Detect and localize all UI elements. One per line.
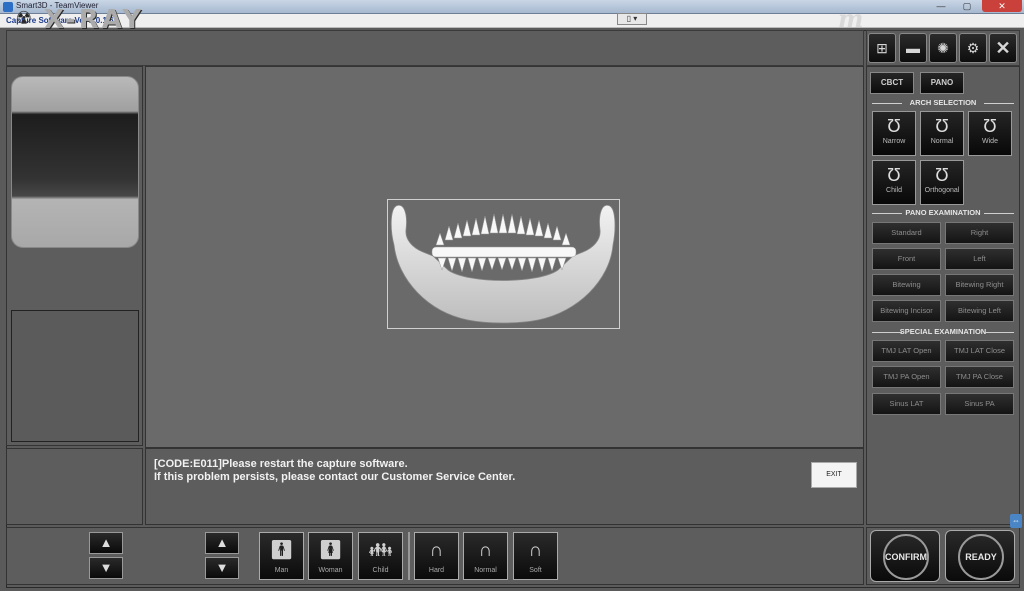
app-logo-text: X-RAY [44,5,145,35]
down-arrow-icon: ▼ [215,560,229,575]
special-examination-heading: SPECIAL EXAMINATION [870,327,1016,337]
woman-icon: 🚺︎ [318,540,343,561]
pano-standard-button[interactable]: Standard [872,222,941,244]
teamviewer-corner-icon[interactable]: ⇔ [1010,514,1022,528]
patient-child-button[interactable]: 👪︎ Child [358,532,403,580]
settings-button[interactable]: ⚙ [959,33,987,63]
app-close-button[interactable]: ✕ [989,33,1017,63]
tray-button[interactable]: ▬ [899,33,927,63]
height-down-button[interactable]: ▼ [89,557,123,579]
mandible-illustration [390,204,616,324]
error-message-line1: [CODE:E011]Please restart the capture so… [154,458,408,470]
header-bar [6,30,864,66]
arch-wide-icon: Ʊ [983,116,997,136]
arch-normal-button[interactable]: Ʊ Normal [920,111,964,156]
secondary-thumbnail-slot[interactable] [11,310,139,442]
ready-label: READY [958,534,1004,580]
arch-orthogonal-button[interactable]: Ʊ Orthogonal [920,160,964,205]
bite-soft-button[interactable]: ∩ Soft [513,532,558,580]
capture-titlebar: Capture Software Ver 2.0.1.6 [0,14,1024,28]
up-arrow-icon: ▲ [99,535,113,550]
arch-hard-icon: ∩ [429,540,444,561]
teamviewer-app-icon [3,2,13,12]
error-message-line2: If this problem persists, please contact… [154,471,516,483]
pano-mode-button[interactable]: PANO [920,72,964,94]
pano-bitewing-button[interactable]: Bitewing [872,274,941,296]
scan-thumbnail[interactable] [11,76,139,248]
arch-orthogonal-icon: Ʊ [935,165,949,185]
arch-selection-heading: ARCH SELECTION [870,98,1016,108]
tmj-lat-open-button[interactable]: TMJ LAT Open [872,340,941,362]
bite-hard-button[interactable]: ∩ Hard [414,532,459,580]
maximize-button[interactable]: ▢ [954,0,980,12]
position-up-button[interactable]: ▲ [205,532,239,554]
arch-normal-icon: Ʊ [935,116,949,136]
add-scan-button[interactable]: ⊞ [868,33,896,63]
cbct-mode-button[interactable]: CBCT [870,72,914,94]
sinus-pa-button[interactable]: Sinus PA [945,393,1014,415]
arch-narrow-button[interactable]: Ʊ Narrow [872,111,916,156]
arch-child-icon: Ʊ [887,165,901,185]
window-close-button[interactable]: ✕ [982,0,1022,12]
pano-examination-heading: PANO EXAMINATION [870,208,1016,218]
sinus-lat-button[interactable]: Sinus LAT [872,393,941,415]
arch-child-button[interactable]: Ʊ Child [872,160,916,205]
patient-man-button[interactable]: 🚹︎ Man [259,532,304,580]
man-icon: 🚹︎ [269,540,294,561]
height-up-button[interactable]: ▲ [89,532,123,554]
message-left-panel [6,448,143,525]
up-arrow-icon: ▲ [215,535,229,550]
bite-normal-button[interactable]: ∩ Normal [463,532,508,580]
teamviewer-titlebar: Smart3D - TeamViewer — ▢ ✕ [0,0,1024,14]
exit-button[interactable]: EXIT [811,462,857,488]
child-icon: 👪︎ [368,540,393,561]
ready-button[interactable]: READY [945,530,1015,582]
teamviewer-panel-tab[interactable]: ▯ ▾ [617,13,647,25]
position-down-button[interactable]: ▼ [205,557,239,579]
radiation-icon: ☢ [15,8,33,28]
tray-icon: ▬ [906,40,920,56]
patient-woman-button[interactable]: 🚺︎ Woman [308,532,353,580]
light-button[interactable]: ✺ [929,33,957,63]
tmj-lat-close-button[interactable]: TMJ LAT Close [945,340,1014,362]
pano-right-button[interactable]: Right [945,222,1014,244]
tmj-pa-close-button[interactable]: TMJ PA Close [945,366,1014,388]
close-icon: ✕ [995,38,1011,58]
arch-normal-bite-icon: ∩ [478,540,493,561]
pano-bitewing-left-button[interactable]: Bitewing Left [945,300,1014,322]
jaw-preview-image [387,199,620,329]
arch-soft-icon: ∩ [528,540,543,561]
arch-wide-button[interactable]: Ʊ Wide [968,111,1012,156]
bottom-separator [408,532,410,580]
down-arrow-icon: ▼ [99,560,113,575]
arch-narrow-icon: Ʊ [887,116,901,136]
add-scan-icon: ⊞ [876,40,888,56]
pano-bitewing-incisor-button[interactable]: Bitewing Incisor [872,300,941,322]
confirm-button[interactable]: CONFIRM [870,530,940,582]
settings-icon: ⚙ [966,40,980,56]
pano-bitewing-right-button[interactable]: Bitewing Right [945,274,1014,296]
bulb-icon: ✺ [937,40,949,56]
tmj-pa-open-button[interactable]: TMJ PA Open [872,366,941,388]
pano-left-button[interactable]: Left [945,248,1014,270]
confirm-label: CONFIRM [883,534,929,580]
pano-front-button[interactable]: Front [872,248,941,270]
minimize-button[interactable]: — [928,0,954,12]
brand-logo: m [838,4,864,33]
